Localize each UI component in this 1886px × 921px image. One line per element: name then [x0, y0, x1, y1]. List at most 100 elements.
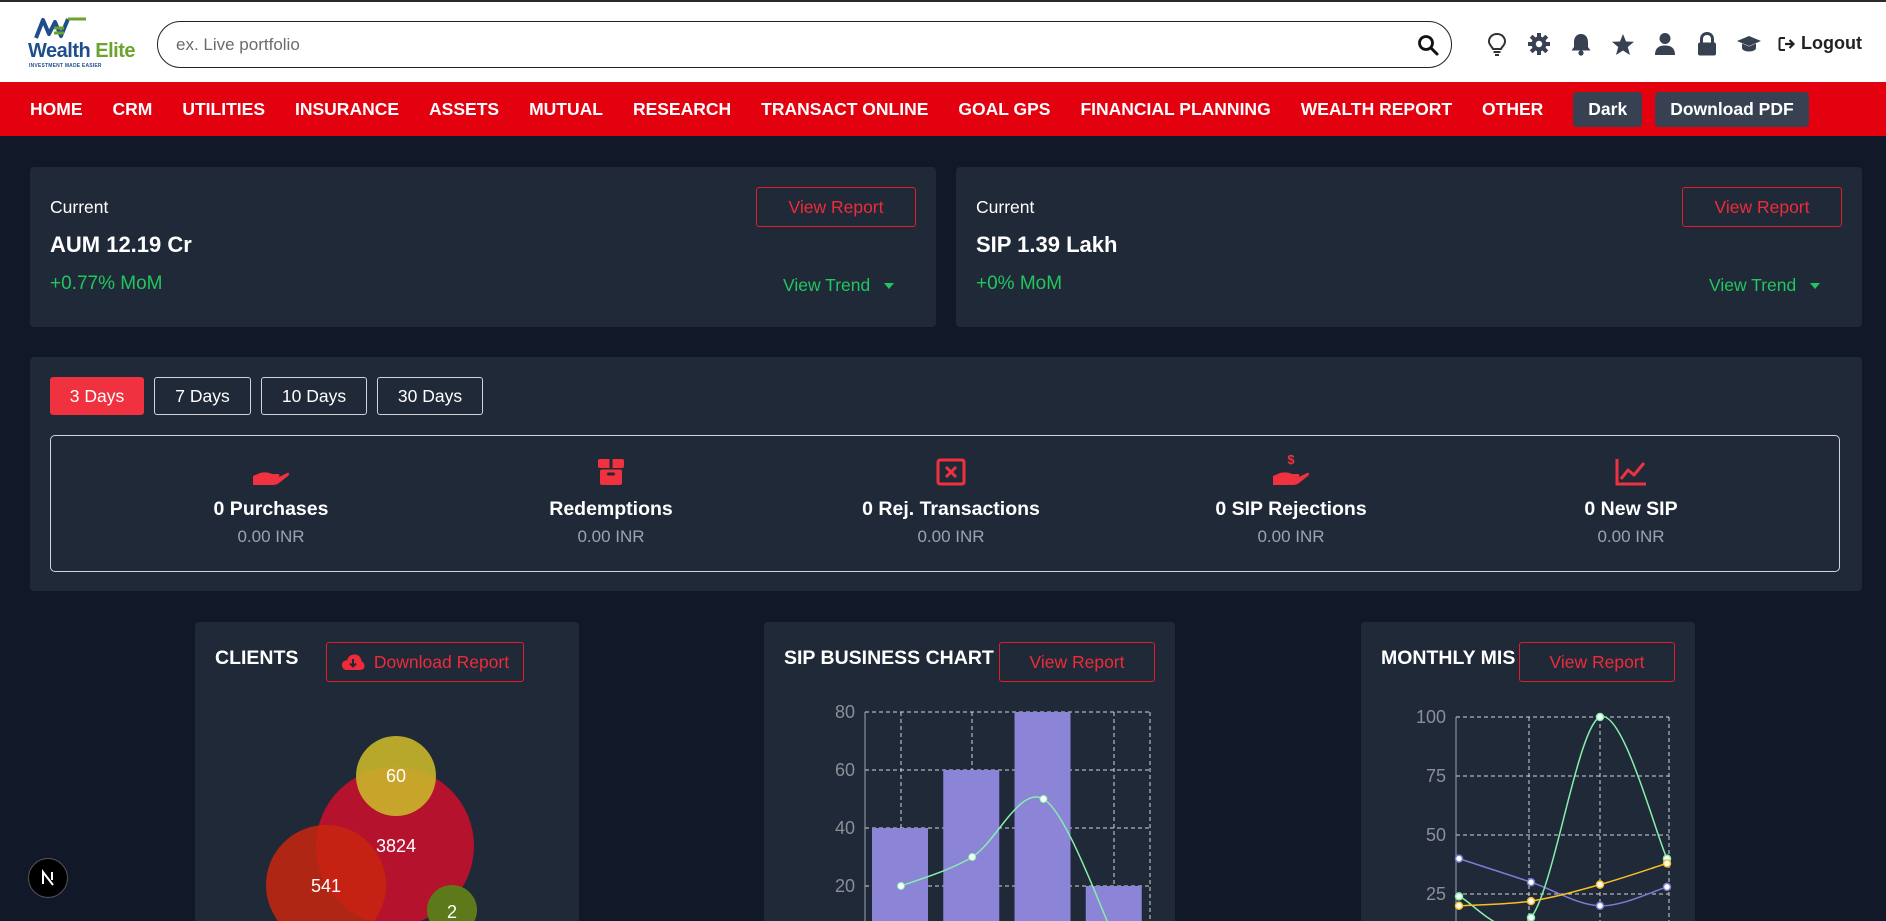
- y-tick-label: 50: [1426, 825, 1446, 845]
- y-tick-label: 75: [1426, 766, 1446, 786]
- nav-utilities[interactable]: UTILITIES: [182, 99, 265, 120]
- bubble-label-541: 541: [311, 876, 341, 896]
- lock-icon[interactable]: [1686, 28, 1728, 60]
- aum-view-report-button[interactable]: View Report: [756, 187, 916, 227]
- stat-rej-transactions-amount: 0.00 INR: [917, 527, 985, 546]
- nav-insurance[interactable]: INSURANCE: [295, 99, 399, 120]
- stat-sip-rejections-amount: 0.00 INR: [1257, 527, 1325, 546]
- stat-new-sip[interactable]: 0 New SIP 0.00 INR: [1481, 450, 1781, 547]
- stat-redemptions[interactable]: Redemptions 0.00 INR: [461, 450, 761, 547]
- sign-out-icon: [1778, 36, 1796, 51]
- transactions-panel: 3 Days 7 Days 10 Days 30 Days 0 Purchase…: [30, 357, 1862, 591]
- logo-mark-icon: [34, 17, 86, 39]
- sip-view-report-button[interactable]: View Report: [1682, 187, 1842, 227]
- logo-text: Wealth Elite: [28, 40, 136, 62]
- star-icon[interactable]: [1602, 28, 1644, 60]
- sip-change: +0% MoM: [976, 273, 1063, 294]
- caret-down-icon: [1810, 282, 1821, 289]
- mis-series-point: [1454, 854, 1464, 863]
- monthly-mis-view-report-button[interactable]: View Report: [1519, 642, 1675, 682]
- stat-rej-transactions[interactable]: 0 Rej. Transactions 0.00 INR: [801, 450, 1101, 547]
- mis-series-point: [1595, 880, 1605, 889]
- sip-trend-point: [968, 853, 977, 861]
- aum-change: +0.77% MoM: [50, 273, 163, 294]
- nav-wealth-report[interactable]: WEALTH REPORT: [1301, 99, 1452, 120]
- mis-series-point: [1595, 712, 1605, 722]
- period-10-days[interactable]: 10 Days: [261, 377, 367, 415]
- hand-icon: [253, 472, 290, 485]
- download-pdf-button[interactable]: Download PDF: [1655, 91, 1809, 127]
- nav-financial-planning[interactable]: FINANCIAL PLANNING: [1080, 99, 1270, 120]
- stat-purchases[interactable]: 0 Purchases 0.00 INR: [121, 450, 421, 547]
- period-3-days[interactable]: 3 Days: [50, 377, 144, 415]
- stat-new-sip-label: 0 New SIP: [1584, 498, 1678, 520]
- sip-business-panel: SIP BUSINESS CHART View Report 80 60 40 20: [764, 622, 1175, 921]
- nav-research[interactable]: RESEARCH: [633, 99, 731, 120]
- n-logo-icon: [42, 869, 54, 886]
- period-30-days[interactable]: 30 Days: [377, 377, 483, 415]
- nav-assets[interactable]: ASSETS: [429, 99, 499, 120]
- sip-trend-line: [900, 796, 1108, 921]
- aum-card: Current AUM 12.19 Cr +0.77% MoM View Rep…: [30, 167, 936, 327]
- hand-dollar-icon: $: [1273, 452, 1310, 485]
- bubble-label-2: 2: [447, 902, 457, 921]
- sip-bar: [872, 828, 928, 921]
- y-tick-label: 25: [1426, 884, 1446, 904]
- mis-series-line: [1458, 862, 1668, 907]
- mis-series-point: [1526, 877, 1536, 887]
- sip-current-label: Current: [976, 197, 1035, 217]
- period-selector: 3 Days 7 Days 10 Days 30 Days: [50, 377, 483, 415]
- sip-card: Current SIP 1.39 Lakh +0% MoM View Repor…: [956, 167, 1862, 327]
- mis-series-point: [1526, 913, 1536, 921]
- x-square-icon: [936, 458, 966, 486]
- bell-icon[interactable]: [1560, 28, 1602, 60]
- gear-icon[interactable]: [1518, 28, 1560, 60]
- mis-series-point: [1662, 882, 1672, 892]
- aum-current-label: Current: [50, 197, 109, 217]
- logo-tagline: INVESTMENT MADE EASIER: [29, 63, 102, 69]
- nav-mutual[interactable]: MUTUAL: [529, 99, 603, 120]
- sip-trend-point: [1039, 795, 1048, 803]
- search-icon[interactable]: [1417, 34, 1439, 61]
- mis-series-line: [1458, 716, 1668, 921]
- sip-value: SIP 1.39 Lakh: [976, 232, 1118, 257]
- period-7-days[interactable]: 7 Days: [154, 377, 251, 415]
- box-icon: [598, 459, 624, 485]
- lightbulb-icon[interactable]: [1476, 28, 1518, 60]
- mis-series-point: [1454, 901, 1464, 911]
- y-tick-label: 40: [835, 818, 855, 838]
- mis-series-point: [1662, 859, 1672, 868]
- next-js-badge[interactable]: [28, 858, 68, 898]
- svg-text:$: $: [1287, 452, 1295, 467]
- dark-mode-button[interactable]: Dark: [1573, 91, 1643, 127]
- logout-button[interactable]: Logout: [1778, 33, 1862, 54]
- nav-crm[interactable]: CRM: [113, 99, 153, 120]
- sip-business-chart: 80 60 40 20: [835, 702, 1151, 921]
- top-bar: Wealth Elite INVESTMENT MADE EASIER ex. …: [0, 0, 1886, 82]
- nav-other[interactable]: OTHER: [1482, 99, 1543, 120]
- user-icon[interactable]: [1644, 28, 1686, 60]
- stat-redemptions-label: Redemptions: [549, 498, 673, 520]
- wealth-elite-logo[interactable]: Wealth Elite INVESTMENT MADE EASIER: [28, 16, 136, 72]
- graduation-cap-icon[interactable]: [1728, 28, 1770, 60]
- stat-sip-rejections[interactable]: $ 0 SIP Rejections 0.00 INR: [1141, 450, 1441, 547]
- monthly-mis-panel: MONTHLY MIS 100 75 50 25 View Report: [1361, 622, 1695, 921]
- y-tick-label: 100: [1416, 707, 1446, 727]
- sip-view-trend-dropdown[interactable]: View Trend: [1709, 275, 1821, 296]
- mis-series-point: [1595, 901, 1605, 911]
- stat-purchases-label: 0 Purchases: [213, 498, 329, 520]
- nav-transact-online[interactable]: TRANSACT ONLINE: [761, 99, 928, 120]
- stat-purchases-amount: 0.00 INR: [237, 527, 305, 546]
- logout-label: Logout: [1801, 33, 1862, 53]
- mis-series-point: [1454, 892, 1464, 901]
- nav-goal-gps[interactable]: GOAL GPS: [958, 99, 1050, 120]
- nav-home[interactable]: HOME: [30, 99, 83, 120]
- sip-view-trend-label: View Trend: [1709, 275, 1797, 295]
- search-input[interactable]: [176, 32, 1376, 58]
- y-tick-label: 60: [835, 760, 855, 780]
- aum-view-trend-dropdown[interactable]: View Trend: [783, 275, 895, 296]
- mis-series-line: [1458, 857, 1668, 907]
- bubble-label-60: 60: [386, 766, 406, 786]
- sip-bar: [1014, 712, 1071, 921]
- search-bar: [157, 21, 1452, 68]
